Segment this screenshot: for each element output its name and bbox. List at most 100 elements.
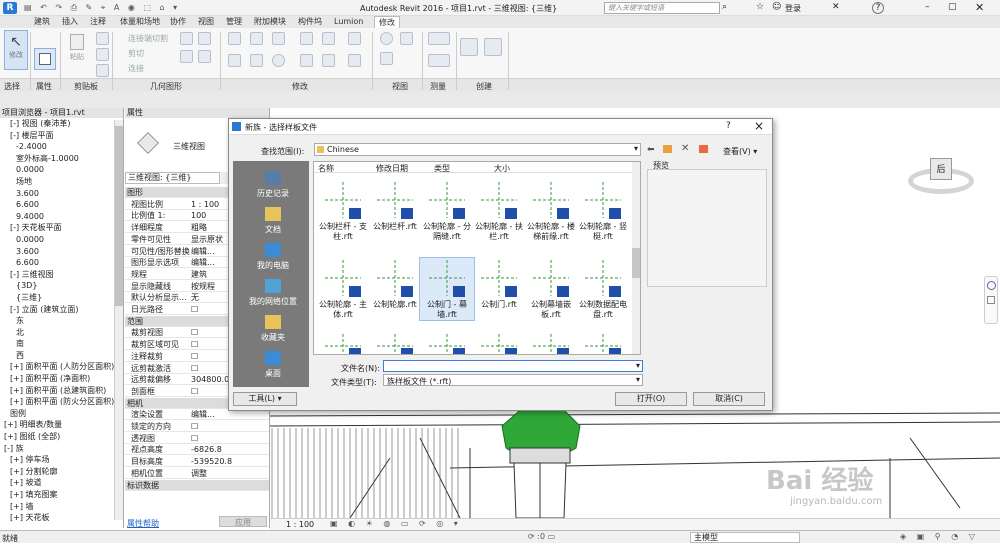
property-value[interactable]: ☐	[191, 386, 198, 397]
property-value[interactable]: 调整	[191, 468, 207, 479]
scroll-thumb[interactable]	[115, 126, 123, 306]
place-item[interactable]: 桌面	[239, 351, 307, 379]
array-icon[interactable]	[300, 54, 313, 67]
properties-help-link[interactable]: 属性帮助	[127, 518, 159, 528]
view-tool-icon[interactable]	[400, 32, 413, 45]
property-value[interactable]: ☐	[191, 351, 198, 362]
tab-9[interactable]: Lumion	[334, 16, 363, 28]
file-item[interactable]: 公制轮廓 - 扶栏.rft	[472, 180, 526, 242]
file-item[interactable]	[368, 334, 422, 354]
browser-tree-item[interactable]: [+] 图纸 (全部)	[2, 431, 123, 443]
search-input[interactable]: 键入关键字或短语	[604, 2, 720, 14]
geometry-tool-icon[interactable]	[198, 50, 211, 63]
tab-3[interactable]: 体量和场地	[120, 16, 160, 28]
copy-element-icon[interactable]	[250, 54, 263, 67]
property-value[interactable]: ☐	[191, 363, 198, 374]
tab-7[interactable]: 附加模块	[254, 16, 286, 28]
dimension-icon[interactable]	[428, 54, 450, 67]
new-family-dialog[interactable]: 新族 - 选择样板文件 ? × 查找范围(I): Chinese ▾ ⬅ ✕ 查…	[228, 118, 773, 411]
property-value[interactable]: ☐	[191, 327, 198, 338]
login-button[interactable]: 登录	[785, 3, 801, 14]
property-value[interactable]: ☐	[191, 304, 198, 315]
tab-6[interactable]: 管理	[226, 16, 242, 28]
app-menu-icon[interactable]: R	[3, 2, 17, 14]
tab-2[interactable]: 注释	[90, 16, 106, 28]
browser-tree-item[interactable]: [+] 分割轮廓	[2, 466, 123, 478]
file-item[interactable]	[420, 334, 474, 354]
property-row[interactable]: 锁定的方向 ☐	[125, 421, 269, 432]
file-item[interactable]: 公制门 - 幕墙.rft	[419, 257, 475, 321]
apply-button[interactable]: 应用	[219, 516, 267, 527]
mirror-icon[interactable]	[272, 32, 285, 45]
geometry-tool-icon[interactable]	[198, 32, 211, 45]
file-list[interactable]: 名称 修改日期 类型 大小 公制栏杆 - 支柱.rft 公制栏杆.rft 公制轮廓 - 分…	[313, 161, 641, 355]
tab-1[interactable]: 插入	[62, 16, 78, 28]
browser-tree-item[interactable]: [+] 面积平面 (净面积)	[2, 373, 123, 385]
browser-tree-item[interactable]: [+] 填充图案	[2, 489, 123, 501]
property-value[interactable]: ☐	[191, 433, 198, 444]
browser-tree-item[interactable]: 6.600	[2, 199, 123, 211]
split-icon[interactable]	[322, 32, 335, 45]
look-in-combo[interactable]: Chinese ▾	[314, 143, 641, 156]
file-item[interactable]: 公制幕墙嵌板.rft	[524, 258, 578, 320]
browser-tree-item[interactable]: 0.0000	[2, 164, 123, 176]
property-value[interactable]: 1 : 100	[191, 199, 219, 210]
cancel-button[interactable]: 取消(C)	[693, 392, 765, 406]
cut-icon[interactable]	[96, 48, 109, 61]
filetype-select[interactable]: 族样板文件 (*.rft) ▾	[383, 374, 643, 386]
create-group-icon[interactable]	[484, 38, 502, 56]
viewcube[interactable]: 后	[906, 150, 976, 200]
restore-button[interactable]: ▢	[948, 2, 957, 12]
property-value[interactable]: ☐	[191, 339, 198, 350]
browser-tree-item[interactable]: {3D}	[2, 280, 123, 292]
column-header[interactable]: 大小	[494, 163, 510, 174]
property-value[interactable]: 显示原状	[191, 234, 223, 245]
steering-wheel-icon[interactable]	[986, 281, 996, 290]
tab-4[interactable]: 协作	[170, 16, 186, 28]
file-list-scrollbar[interactable]	[632, 162, 640, 354]
modify-tool-button[interactable]: ↖ 修改	[4, 30, 28, 70]
place-item[interactable]: 收藏夹	[239, 315, 307, 343]
column-header[interactable]: 名称	[318, 163, 334, 174]
browser-tree-item[interactable]: [+] 面积平面 (防火分区面积)	[2, 396, 123, 408]
place-item[interactable]: 我的网络位置	[239, 279, 307, 307]
project-browser[interactable]: 项目浏览器 - 项目1.rvt [-] 视图 (秦沛革) [-] 楼层平面 -2.4…	[0, 108, 124, 528]
browser-tree-item[interactable]: [-] 视图 (秦沛革)	[2, 118, 123, 130]
delete-icon[interactable]: ✕	[681, 143, 689, 154]
scroll-thumb[interactable]	[632, 248, 640, 278]
quick-access-toolbar[interactable]: ▤ ↶ ↷ ⎙ ✎ ⌖ A ◉ ⬚ ⌂ ▾	[24, 3, 324, 13]
tab-10[interactable]: 修改	[374, 16, 400, 28]
file-item[interactable]	[472, 334, 526, 354]
browser-tree-item[interactable]: [+] 面积平面 (总建筑面积)	[2, 385, 123, 397]
measure-icon[interactable]	[428, 32, 450, 45]
browser-tree-item[interactable]: 南	[2, 338, 123, 350]
close-button[interactable]: ✕	[975, 1, 984, 14]
property-value[interactable]: 100	[191, 210, 206, 221]
file-item[interactable]: 公制轮廓 - 楼梯前缘.rft	[524, 180, 578, 242]
browser-tree-item[interactable]: [-] 三维视图	[2, 269, 123, 281]
browser-tree-item[interactable]: [+] 面积平面 (人防分区面积)	[2, 361, 123, 373]
file-item[interactable]: 公制数据配电盘.rft	[576, 258, 630, 320]
viewcube-face[interactable]: 后	[930, 158, 952, 180]
column-header[interactable]: 修改日期	[376, 163, 408, 174]
column-header[interactable]: 类型	[434, 163, 450, 174]
filename-input[interactable]: ▾	[383, 360, 643, 372]
file-item[interactable]: 公制轮廓.rft	[368, 258, 422, 310]
browser-tree-item[interactable]: [+] 明细表/数量	[2, 419, 123, 431]
browser-tree-item[interactable]: 场地	[2, 176, 123, 188]
property-value[interactable]: 建筑	[191, 269, 207, 280]
panel-select-label[interactable]: 选择	[4, 81, 20, 92]
browser-tree-item[interactable]: [-] 天花板平面	[2, 222, 123, 234]
copy-icon[interactable]	[96, 32, 109, 45]
star-icon[interactable]: ☆	[756, 2, 764, 12]
match-icon[interactable]	[96, 64, 109, 77]
view-menu[interactable]: 查看(V) ▾	[723, 146, 757, 157]
property-value[interactable]: -6826.8	[191, 444, 222, 455]
file-item[interactable]: 公制栏杆.rft	[368, 180, 422, 232]
browser-tree-item[interactable]: [+] 坡道	[2, 477, 123, 489]
browser-scrollbar[interactable]	[114, 120, 123, 520]
file-item[interactable]: 公制门.rft	[472, 258, 526, 310]
property-value[interactable]: 按规程	[191, 281, 215, 292]
tab-0[interactable]: 建筑	[34, 16, 50, 28]
back-icon[interactable]: ⬅	[647, 145, 655, 155]
